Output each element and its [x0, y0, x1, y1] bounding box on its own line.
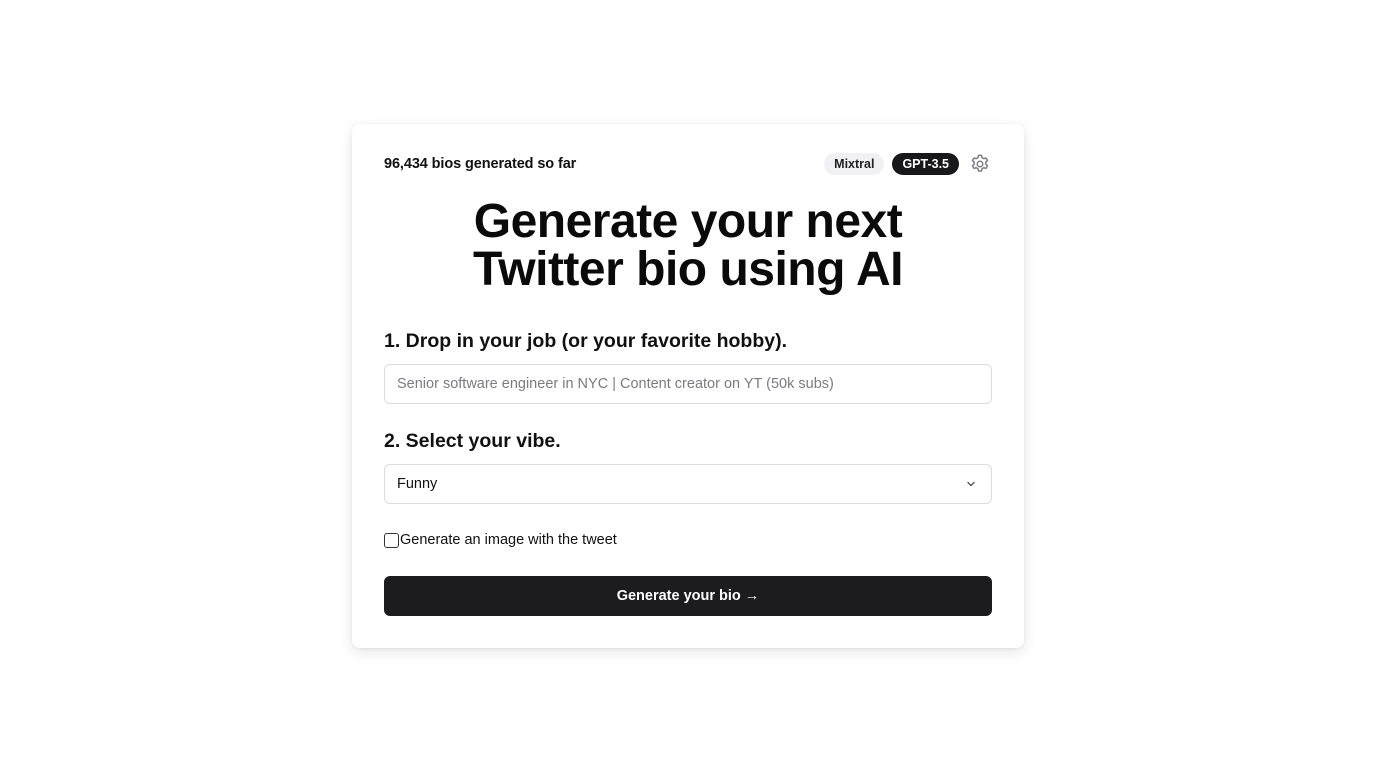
page-title: Generate your next Twitter bio using AI [352, 198, 1024, 294]
image-checkbox-label[interactable]: Generate an image with the tweet [400, 532, 617, 548]
image-option-row: Generate an image with the tweet [384, 530, 617, 550]
top-bar: 96,434 bios generated so far Mixtral GPT… [384, 152, 992, 176]
model-gpt35-button[interactable]: GPT-3.5 [892, 153, 959, 175]
generate-bio-button[interactable]: Generate your bio → [384, 576, 992, 616]
vibe-select-value: Funny [397, 476, 438, 492]
page-title-line-2: Twitter bio using AI [473, 243, 903, 296]
page-title-line-1: Generate your next [473, 195, 903, 248]
job-input[interactable] [384, 364, 992, 404]
model-switch: Mixtral GPT-3.5 [824, 152, 992, 176]
vibe-select[interactable]: Funny [384, 464, 992, 504]
gear-icon[interactable] [968, 152, 992, 176]
image-checkbox[interactable] [384, 532, 399, 548]
bios-counter: 96,434 bios generated so far [384, 156, 577, 172]
chevron-down-icon [965, 477, 979, 491]
generator-card: 96,434 bios generated so far Mixtral GPT… [352, 124, 1024, 648]
model-mixtral-button[interactable]: Mixtral [824, 153, 885, 175]
step1-label: 1. Drop in your job (or your favorite ho… [384, 330, 788, 352]
step2-label: 2. Select your vibe. [384, 430, 561, 452]
